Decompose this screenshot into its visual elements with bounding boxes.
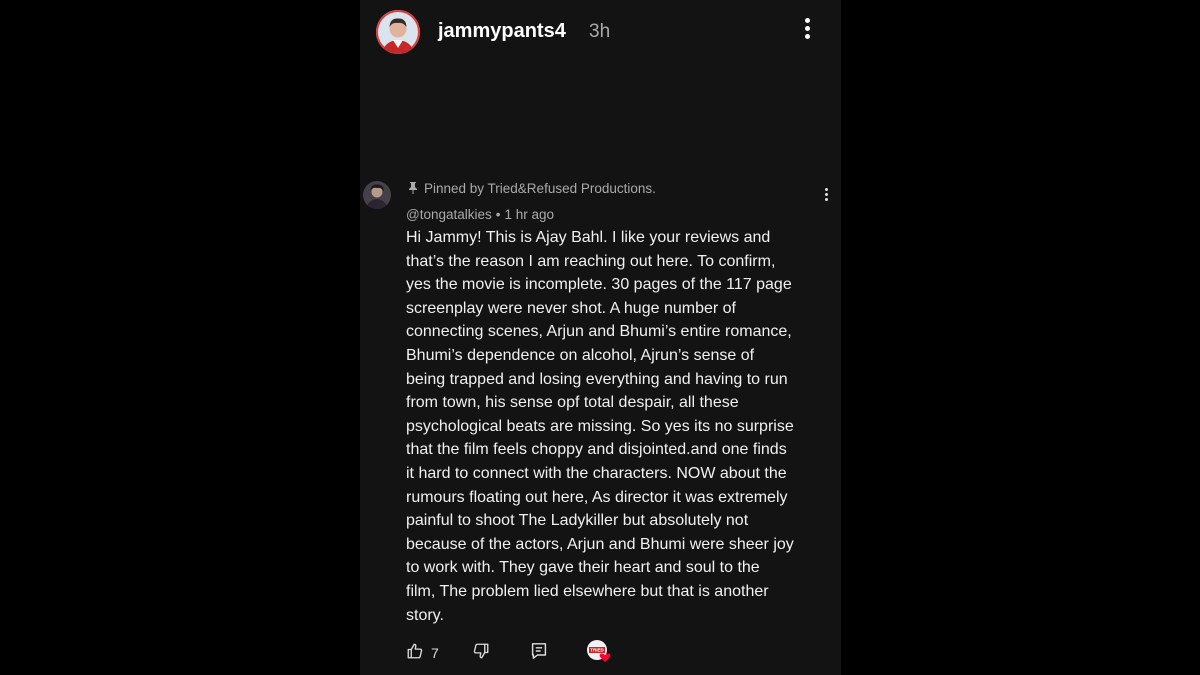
comment-line: to work with. They gave their heart and … (406, 559, 760, 577)
comment-time: 1 hr ago (504, 207, 555, 222)
creator-heart-badge: TRIED (586, 638, 612, 668)
comment-line: because of the actors, Arjun and Bhumi w… (406, 535, 794, 553)
like-button[interactable]: 7 (406, 638, 439, 668)
comment-line: being trapped and losing everything and … (406, 370, 788, 388)
comment-line: Hi Jammy! This is Ajay Bahl. I like your… (406, 229, 771, 246)
comment-line: psychological beats are missing. So yes … (406, 417, 794, 435)
comment-line: connecting scenes, Arjun and Bhumi’s ent… (406, 323, 792, 341)
reply-button[interactable] (531, 638, 547, 668)
username[interactable]: jammypants4 (438, 20, 566, 43)
comment-line: it hard to connect with the characters. … (406, 464, 787, 482)
story-header: jammypants4 3h (376, 10, 826, 54)
comment-body: Hi Jammy! This is Ajay Bahl. I like your… (406, 226, 831, 627)
comment-line: that the film feels choppy and disjointe… (406, 441, 787, 459)
story-panel: jammypants4 3h Pinned by Tried&Refused P… (360, 0, 841, 675)
profile-avatar[interactable] (376, 10, 420, 54)
comment-author[interactable]: @tongatalkies (406, 207, 492, 222)
post-time: 3h (589, 21, 611, 42)
like-count: 7 (431, 645, 439, 661)
comment-line: painful to shoot The Ladykiller but abso… (406, 512, 749, 530)
comment-line: that’s the reason I am reaching out here… (406, 252, 776, 270)
comment-line: film, The problem lied elsewhere but tha… (406, 582, 769, 600)
commenter-avatar[interactable] (363, 181, 391, 209)
comment-meta: @tongatalkies • 1 hr ago (406, 207, 554, 222)
comment-line: rumours floating out here, As director i… (406, 488, 788, 506)
meta-separator: • (495, 207, 501, 222)
comment-line: from town, his sense opf total despair, … (406, 394, 739, 412)
pinned-label: Pinned by Tried&Refused Productions. (408, 181, 656, 197)
dislike-button[interactable] (472, 638, 490, 668)
pin-icon (408, 182, 418, 197)
comment-line: Bhumi’s dependence on alcohol, Ajrun’s s… (406, 346, 755, 364)
creator-badge-text: TRIED (590, 647, 604, 652)
comment-actions: 7 TRIED (360, 638, 841, 668)
comment-more-icon[interactable] (822, 188, 830, 208)
comment-line: screenplay were never shot. A huge numbe… (406, 299, 736, 317)
pinned-text: Pinned by Tried&Refused Productions. (424, 181, 656, 196)
comment-line: yes the movie is incomplete. 30 pages of… (406, 276, 792, 294)
more-options-icon[interactable] (798, 18, 816, 46)
comment-line: story. (406, 606, 444, 624)
thumbs-up-icon (406, 642, 424, 665)
reply-icon (531, 642, 547, 665)
creator-heart-icon: TRIED (586, 639, 612, 668)
thumbs-down-icon (472, 642, 490, 665)
